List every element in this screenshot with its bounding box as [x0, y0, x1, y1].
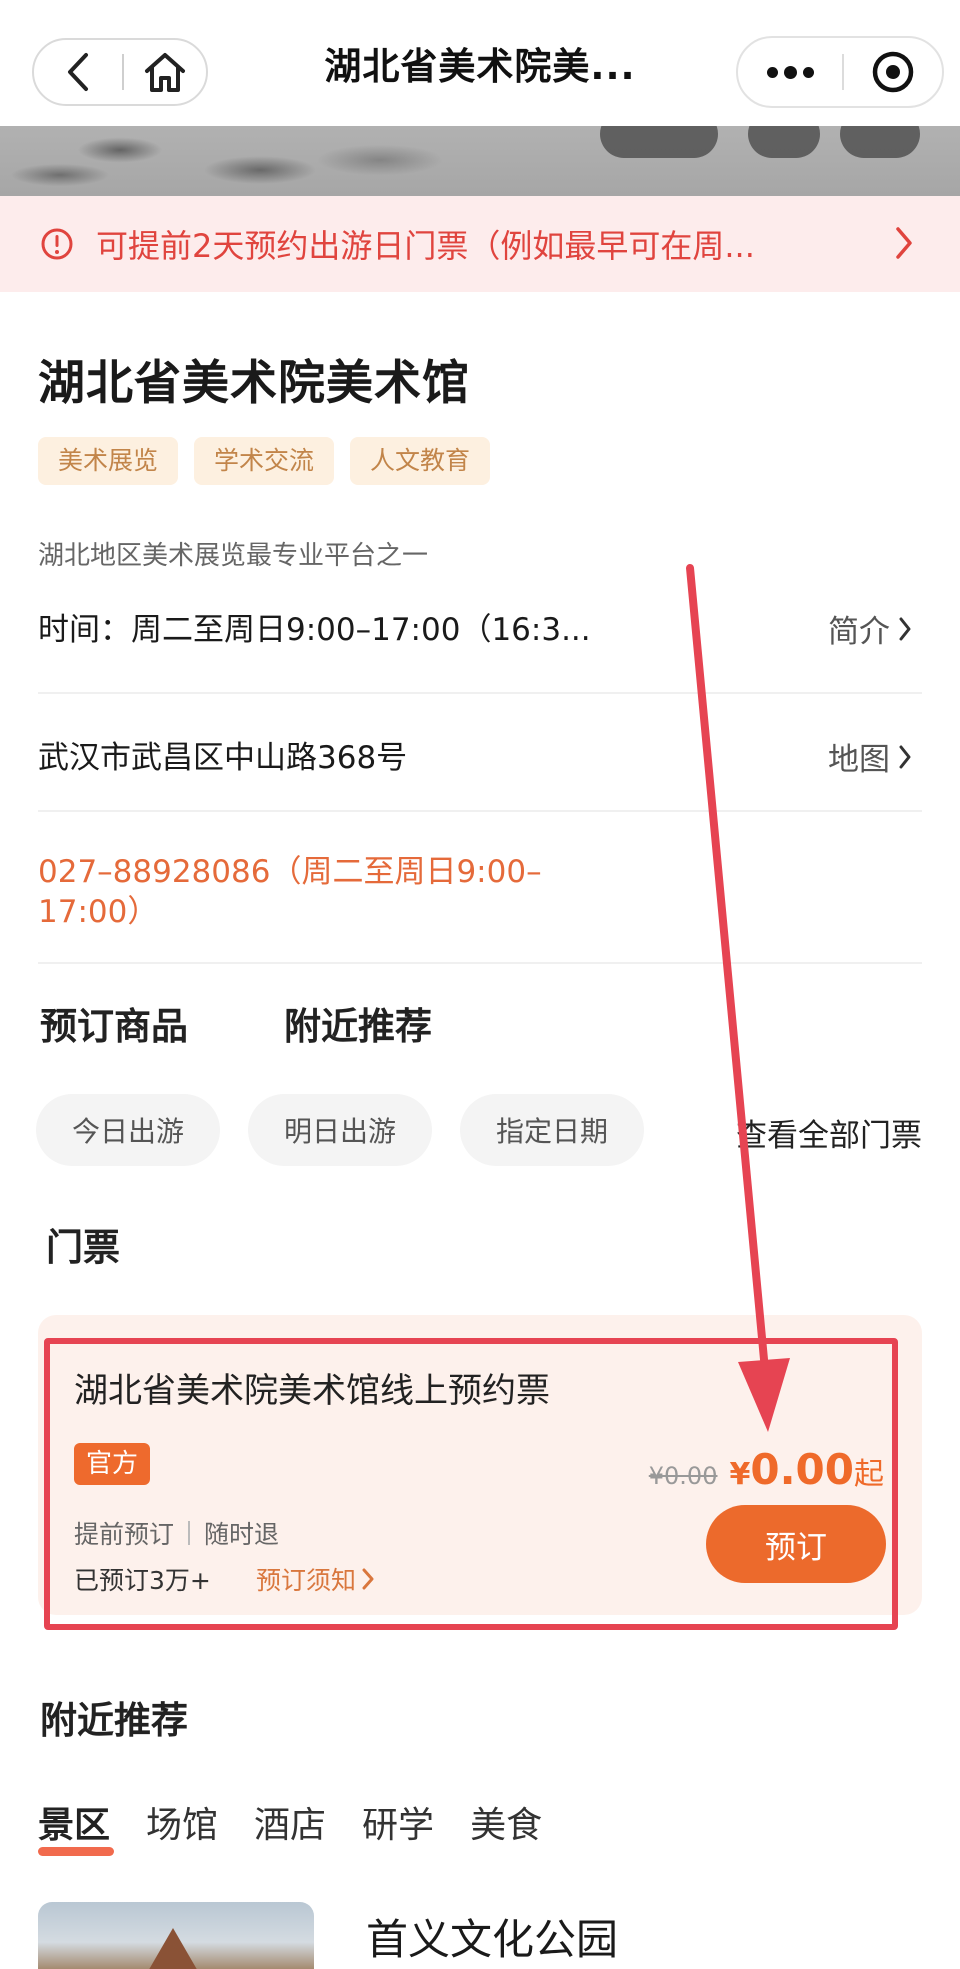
feature-advance-booking: 提前预订 — [74, 1520, 175, 1549]
ticket-features: 提前预订 随时退 — [74, 1515, 279, 1551]
date-filter-group: 今日出游 明日出游 指定日期 — [36, 1094, 644, 1166]
tag: 人文教育 — [350, 437, 491, 485]
nav-bar: 湖北省美术院美... — [0, 0, 960, 126]
category-tab-study[interactable]: 研学 — [362, 1796, 434, 1848]
current-price: ¥0.00起 — [729, 1445, 884, 1494]
venue-tags: 美术展览 学术交流 人文教育 — [38, 437, 491, 485]
category-tab-scenic[interactable]: 景区 — [38, 1796, 114, 1856]
place-thumbnail[interactable] — [38, 1902, 314, 1969]
home-icon — [145, 53, 185, 92]
original-price: ¥0.00 — [648, 1462, 718, 1490]
ticket-card[interactable]: 湖北省美术院美术馆线上预约票 官方 提前预订 随时退 已预订3万+ 预订须知 ¥… — [38, 1315, 922, 1615]
category-label: 景区 — [38, 1805, 111, 1846]
home-button[interactable] — [124, 40, 206, 104]
ticket-name: 湖北省美术院美术馆线上预约票 — [74, 1371, 550, 1411]
active-tab-indicator — [38, 1847, 114, 1856]
back-button[interactable] — [34, 40, 122, 104]
date-filter-today[interactable]: 今日出游 — [36, 1094, 220, 1166]
pagoda-shape — [141, 1928, 205, 1969]
ticket-section-title: 门票 — [46, 1226, 120, 1269]
intro-link[interactable]: 简介 — [828, 606, 912, 651]
price-area: ¥0.00 ¥0.00起 — [649, 1445, 884, 1494]
annotation-arrow — [686, 564, 790, 1432]
notice-text: 可提前2天预约出游日门票（例如最早可在周... — [96, 227, 755, 265]
sold-count: 已预订3万+ — [74, 1566, 211, 1595]
place-name[interactable]: 首义文化公园 — [366, 1906, 618, 1967]
feature-refund-anytime: 随时退 — [204, 1520, 280, 1549]
record-target-icon — [872, 51, 914, 93]
close-miniprogram-button[interactable] — [844, 50, 942, 94]
more-dots-icon[interactable] — [738, 65, 842, 79]
price-suffix: 起 — [854, 1457, 884, 1492]
official-badge: 官方 — [74, 1443, 151, 1485]
alert-circle-icon — [41, 228, 73, 260]
tab-booking-goods[interactable]: 预订商品 — [40, 996, 188, 1050]
booking-notice-link[interactable]: 预订须知 — [256, 1561, 374, 1597]
view-all-tickets-link[interactable]: 查看全部门票 — [736, 1110, 922, 1155]
hours-row[interactable]: 时间：周二至周日9:00–17:00（16:3... 简介 — [38, 582, 922, 694]
category-tab-food[interactable]: 美食 — [470, 1796, 542, 1848]
phone-row-divider — [38, 812, 922, 964]
nav-left-capsule — [32, 38, 208, 106]
category-tab-hotel[interactable]: 酒店 — [254, 1796, 326, 1848]
map-label: 地图 — [828, 742, 890, 778]
page-title: 湖北省美术院美... — [324, 45, 636, 88]
chevron-right-icon — [899, 745, 911, 768]
nearby-category-tabs: 景区 场馆 酒店 研学 美食 — [38, 1796, 542, 1856]
price-value: 0.00 — [750, 1445, 854, 1494]
map-link[interactable]: 地图 — [828, 734, 912, 779]
tag: 美术展览 — [38, 437, 179, 485]
booking-notice-banner[interactable]: 可提前2天预约出游日门票（例如最早可在周... — [0, 196, 960, 292]
price-currency: ¥ — [729, 1457, 751, 1492]
tab-nearby[interactable]: 附近推荐 — [284, 996, 432, 1050]
intro-label: 简介 — [828, 614, 890, 650]
nav-right-capsule — [736, 36, 944, 108]
address-row[interactable]: 武汉市武昌区中山路368号 地图 — [38, 694, 922, 812]
booking-notice-label: 预订须知 — [256, 1566, 357, 1595]
date-filter-custom[interactable]: 指定日期 — [460, 1094, 644, 1166]
nearby-title: 附近推荐 — [40, 1699, 188, 1742]
chevron-right-icon — [896, 227, 912, 259]
venue-description: 湖北地区美术展览最专业平台之一 — [38, 541, 429, 571]
feature-divider — [188, 1521, 191, 1545]
tag: 学术交流 — [194, 437, 335, 485]
hours-text: 时间：周二至周日9:00–17:00（16:3... — [38, 612, 591, 648]
back-arrow-icon — [68, 53, 88, 91]
date-filter-tomorrow[interactable]: 明日出游 — [248, 1094, 432, 1166]
book-button[interactable]: 预订 — [706, 1505, 886, 1583]
venue-name: 湖北省美术院美术馆 — [38, 356, 470, 411]
category-tab-venue[interactable]: 场馆 — [146, 1796, 218, 1848]
chevron-right-icon — [899, 617, 911, 640]
address-text: 武汉市武昌区中山路368号 — [38, 740, 408, 776]
chevron-right-icon — [362, 1568, 374, 1590]
section-tabs: 预订商品 附近推荐 — [40, 996, 432, 1050]
